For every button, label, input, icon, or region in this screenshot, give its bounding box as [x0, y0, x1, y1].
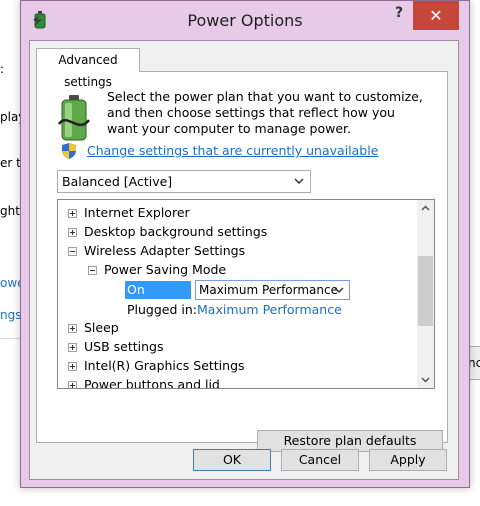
battery-icon — [57, 95, 91, 141]
power-plan-value: Balanced [Active] — [62, 174, 173, 189]
collapse-icon[interactable] — [88, 266, 97, 275]
ok-label: OK — [222, 452, 242, 467]
on-battery-select[interactable]: Maximum Performance — [195, 280, 350, 300]
cancel-label: Cancel — [298, 452, 342, 467]
power-plan-select[interactable]: Balanced [Active] — [57, 170, 311, 193]
ok-button[interactable]: OK — [193, 449, 271, 471]
tree-item-desktop-background[interactable]: Desktop background settings — [84, 222, 267, 241]
help-button[interactable]: ? — [388, 5, 410, 25]
apply-button[interactable]: Apply — [369, 449, 447, 471]
scroll-thumb[interactable] — [418, 256, 433, 326]
tree-item-usb-settings[interactable]: USB settings — [84, 337, 163, 356]
plugged-in-value[interactable]: Maximum Performance — [197, 300, 342, 319]
expand-icon[interactable] — [68, 228, 77, 237]
scroll-down-icon[interactable] — [417, 371, 434, 388]
settings-tree[interactable]: Internet Explorer Desktop background set… — [57, 199, 435, 389]
shield-icon — [62, 143, 76, 159]
advanced-settings-panel: Select the power plan that you want to c… — [36, 71, 448, 452]
close-button[interactable]: ✕ — [413, 1, 459, 30]
cancel-button[interactable]: Cancel — [281, 449, 359, 471]
tree-scrollbar[interactable] — [417, 200, 434, 388]
description-text: Select the power plan that you want to c… — [107, 89, 423, 136]
power-options-dialog: Power Options ? ✕ Advanced settings Sele… — [20, 0, 470, 488]
tree-item-power-buttons[interactable]: Power buttons and lid — [84, 375, 220, 388]
title-bar[interactable]: Power Options ? ✕ — [21, 1, 469, 40]
expand-icon[interactable] — [68, 381, 77, 388]
tab-advanced-settings[interactable]: Advanced settings — [36, 48, 140, 89]
expand-icon[interactable] — [68, 209, 77, 218]
expand-icon[interactable] — [68, 343, 77, 352]
restore-defaults-label: Restore plan defaults — [283, 433, 417, 448]
change-settings-link[interactable]: Change settings that are currently unava… — [87, 143, 378, 158]
tree-item-sleep[interactable]: Sleep — [84, 318, 119, 337]
expand-icon[interactable] — [68, 324, 77, 333]
scroll-up-icon[interactable] — [417, 200, 434, 217]
chevron-down-icon — [294, 178, 304, 185]
tree-item-power-saving-mode[interactable]: Power Saving Mode — [104, 260, 226, 279]
dialog-client-area: Advanced settings Select the power plan … — [29, 40, 459, 480]
collapse-icon[interactable] — [68, 247, 77, 256]
apply-label: Apply — [390, 452, 426, 467]
tree-item-intel-graphics[interactable]: Intel(R) Graphics Settings — [84, 356, 245, 375]
background-link[interactable]: ngs — [0, 308, 21, 322]
expand-icon[interactable] — [68, 362, 77, 371]
background-text: ght — [0, 204, 20, 218]
tree-item-wireless-adapter[interactable]: Wireless Adapter Settings — [84, 241, 245, 260]
background-text: er t — [0, 156, 21, 170]
plugged-in-label: Plugged in: — [127, 302, 198, 317]
on-battery-value: Maximum Performance — [199, 283, 338, 297]
tree-item-internet-explorer[interactable]: Internet Explorer — [84, 203, 190, 222]
background-divider — [0, 338, 20, 339]
chevron-down-icon — [334, 287, 344, 294]
on-battery-label[interactable]: On battery: — [125, 281, 191, 315]
background-text: : — [0, 62, 5, 76]
